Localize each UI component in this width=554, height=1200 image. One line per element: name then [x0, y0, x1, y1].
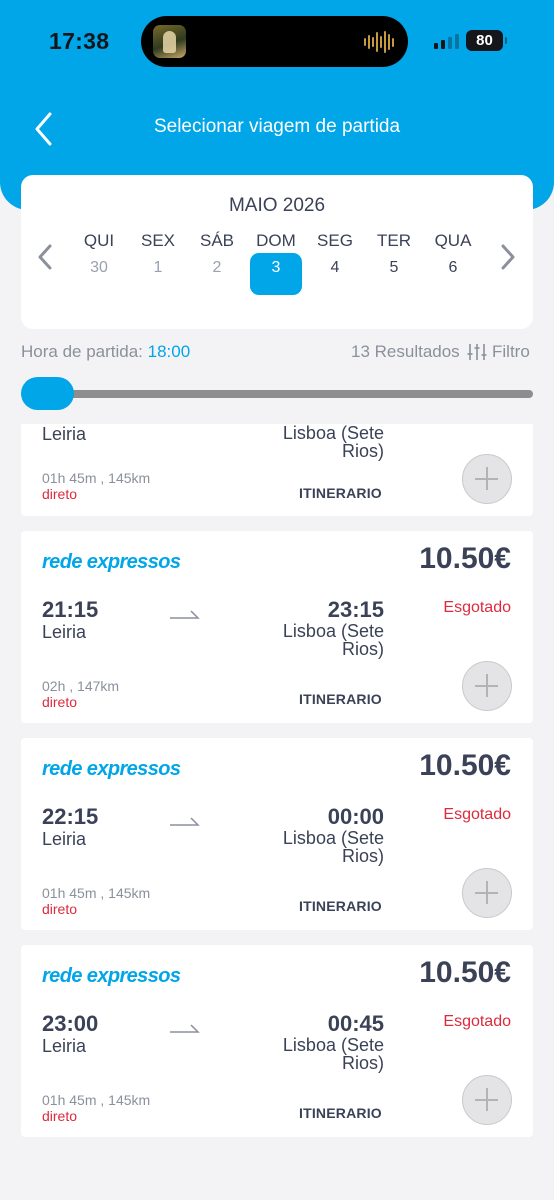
cellular-signal-icon: [434, 33, 459, 49]
arrival-time: 00:45: [327, 1011, 384, 1036]
trip-duration: 01h 45m , 145km: [42, 885, 151, 901]
status-time: 17:38: [49, 28, 110, 54]
day-number: 4: [330, 259, 340, 276]
trip-card[interactable]: Leiria Lisboa (Sete Rios) 01h 45m , 145k…: [21, 424, 533, 516]
trip-duration: 02h , 147km: [42, 678, 120, 694]
departure-hour: Hora de partida: 18:00: [21, 342, 190, 362]
calendar-day-ter[interactable]: TER 5: [368, 231, 420, 279]
departure-time: 21:15: [42, 597, 99, 622]
route-arrow-icon: [170, 610, 200, 619]
day-number: 5: [389, 259, 399, 276]
departure-time-slider[interactable]: [21, 390, 533, 398]
sold-out-status: Esgotado: [443, 1013, 511, 1030]
direct-label: direto: [42, 1108, 78, 1124]
sold-out-status: Esgotado: [443, 806, 511, 823]
day-name: SEX: [140, 231, 176, 250]
calendar-day-seg[interactable]: SEG 4: [309, 231, 361, 279]
departure-hour-label: Hora de partida:: [21, 342, 143, 361]
itinerary-link[interactable]: ITINERARIO: [299, 1105, 382, 1121]
date-selector: MAIO 2026 QUI 30 SEX 1 SÁB 2 DOM 3 SEG 4 TER 5 QUA 6: [21, 175, 533, 329]
day-name: QUI: [83, 231, 115, 250]
dynamic-island[interactable]: [141, 16, 408, 67]
next-days-button[interactable]: [498, 243, 518, 271]
trip-price: 10.50€: [419, 956, 511, 989]
trip-card[interactable]: rede expressos 10.50€ 22:15 Leiria 00:00…: [21, 738, 533, 930]
operator-logo: rede expressos: [42, 758, 181, 780]
day-name: QUA: [434, 231, 472, 250]
add-trip-button[interactable]: [462, 661, 512, 711]
arrival-city: Lisboa (Sete Rios): [282, 1035, 384, 1073]
day-name: DOM: [256, 231, 296, 250]
results-count: 13 Resultados: [351, 342, 460, 361]
departure-time: 23:00: [42, 1011, 99, 1036]
operator-logo: rede expressos: [42, 965, 181, 987]
calendar-day-sáb[interactable]: SÁB 2: [191, 231, 243, 279]
departure-city: Leiria: [42, 829, 87, 849]
day-name: SÁB: [199, 231, 235, 250]
route-arrow-icon: [170, 1024, 200, 1033]
calendar-day-dom[interactable]: DOM 3: [250, 231, 302, 295]
arrival-city: Lisboa (Sete Rios): [282, 828, 384, 866]
media-thumbnail: [153, 25, 186, 58]
filter-label: Filtro: [492, 342, 530, 361]
arrival-city: Lisboa (Sete Rios): [282, 621, 384, 659]
trip-list: Leiria Lisboa (Sete Rios) 01h 45m , 145k…: [0, 424, 554, 1200]
departure-hour-value: 18:00: [147, 342, 191, 361]
page-title: Selecionar viagem de partida: [153, 116, 401, 137]
calendar-day-qui[interactable]: QUI 30: [73, 231, 125, 279]
itinerary-link[interactable]: ITINERARIO: [299, 691, 382, 707]
itinerary-link[interactable]: ITINERARIO: [299, 485, 382, 501]
add-trip-button[interactable]: [462, 868, 512, 918]
month-label: MAIO 2026: [228, 195, 326, 216]
sliders-icon: [467, 344, 487, 360]
day-number: 30: [90, 259, 108, 276]
day-number: 1: [153, 259, 163, 276]
trip-price: 10.50€: [419, 749, 511, 782]
day-number: 2: [212, 259, 222, 276]
route-arrow-icon: [170, 817, 200, 826]
departure-time: 22:15: [42, 804, 99, 829]
arrival-city: Lisboa (Sete Rios): [282, 424, 384, 461]
departure-city: Leiria: [42, 1036, 87, 1056]
trip-price: 10.50€: [419, 542, 511, 575]
direct-label: direto: [42, 901, 78, 917]
previous-days-button[interactable]: [35, 243, 55, 271]
battery-icon: 80: [466, 30, 507, 51]
day-number: 6: [448, 259, 458, 276]
trip-card[interactable]: rede expressos 10.50€ 23:00 Leiria 00:45…: [21, 945, 533, 1137]
filter-button[interactable]: Filtro: [467, 342, 530, 362]
trip-card[interactable]: rede expressos 10.50€ 21:15 Leiria 23:15…: [21, 531, 533, 723]
add-trip-button[interactable]: [462, 1075, 512, 1125]
direct-label: direto: [42, 486, 78, 502]
operator-logo: rede expressos: [42, 551, 181, 573]
departure-city: Leiria: [42, 622, 87, 642]
add-trip-button[interactable]: [462, 454, 512, 504]
arrival-time: 00:00: [327, 804, 384, 829]
day-name: SEG: [317, 231, 353, 250]
itinerary-link[interactable]: ITINERARIO: [299, 898, 382, 914]
chevron-right-icon: [501, 244, 515, 270]
sold-out-status: Esgotado: [443, 599, 511, 616]
slider-handle[interactable]: [21, 377, 74, 410]
day-number: 3: [250, 253, 302, 295]
chevron-left-icon: [38, 244, 52, 270]
arrival-time: 23:15: [327, 597, 384, 622]
departure-city: Leiria: [42, 424, 87, 444]
audio-wave-icon: [364, 30, 394, 54]
calendar-day-qua[interactable]: QUA 6: [427, 231, 479, 279]
trip-duration: 01h 45m , 145km: [42, 1092, 151, 1108]
direct-label: direto: [42, 694, 78, 710]
day-name: TER: [377, 231, 411, 250]
trip-duration: 01h 45m , 145km: [42, 470, 151, 486]
filter-bar: Hora de partida: 18:00 13 Resultados Fil…: [21, 342, 533, 364]
calendar-day-sex[interactable]: SEX 1: [132, 231, 184, 279]
